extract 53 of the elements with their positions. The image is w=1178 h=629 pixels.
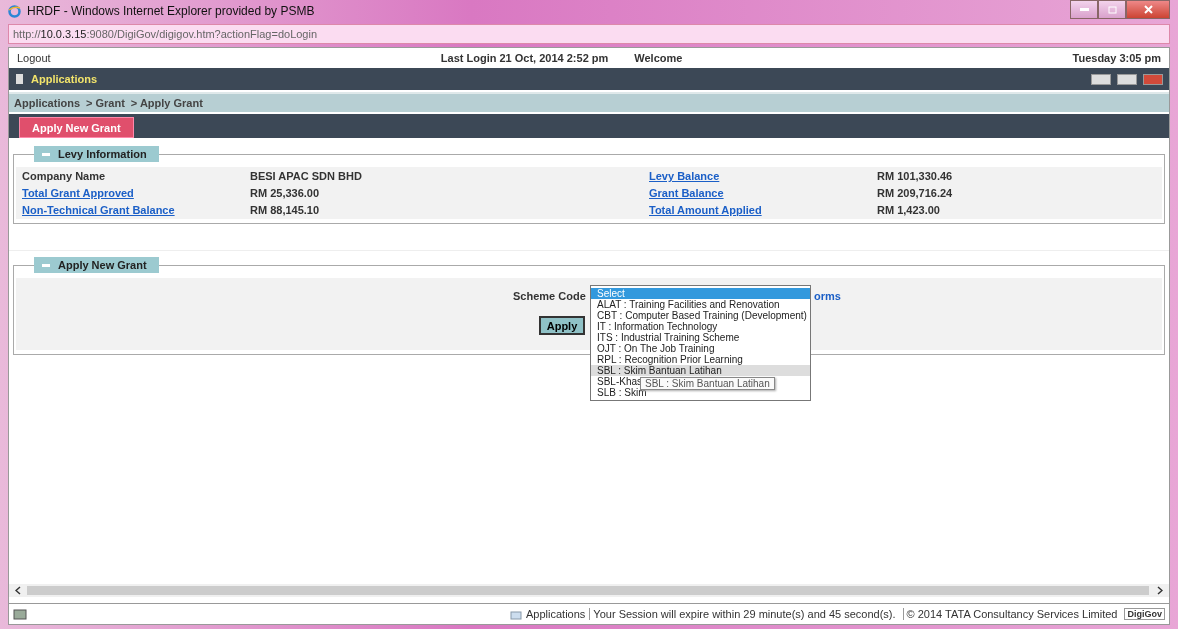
section-title: Levy Information <box>58 148 147 160</box>
window-icon <box>510 608 522 620</box>
field-value: RM 209,716.24 <box>877 187 954 199</box>
close-button[interactable] <box>1126 0 1170 19</box>
section-title: Apply New Grant <box>58 259 147 271</box>
apply-button[interactable]: Apply <box>539 316 585 335</box>
forms-link[interactable]: orms <box>814 290 841 302</box>
maximize-icon <box>1107 5 1117 14</box>
tooltip: SBL : Skim Bantuan Latihan <box>640 377 775 390</box>
breadcrumb-item[interactable]: > Apply Grant <box>130 97 203 109</box>
map-icon <box>13 608 27 620</box>
field-value: BESI APAC SDN BHD <box>250 170 363 182</box>
dropdown-list[interactable] <box>590 285 811 401</box>
logout-link[interactable]: Logout <box>17 52 51 64</box>
field-link[interactable]: Non-Technical Grant Balance <box>22 204 175 216</box>
close-icon <box>1143 5 1153 14</box>
scroll-right-icon[interactable] <box>1157 586 1163 595</box>
section-header[interactable]: Levy Information <box>34 146 159 162</box>
dropdown-option[interactable]: SBL : Skim Bantuan Latihan <box>591 365 810 376</box>
date-time: Tuesday 3:05 pm <box>1072 52 1161 64</box>
close-button[interactable] <box>1143 73 1163 85</box>
address-field[interactable]: http://10.0.3.15:9080/DigiGov/digigov.htm?actionFlag=doLogin <box>8 24 1170 44</box>
field-link[interactable]: Grant Balance <box>649 187 724 199</box>
field-link[interactable]: Levy Balance <box>649 170 720 182</box>
field-value: RM 25,336.00 <box>250 187 321 199</box>
browser-icon <box>8 4 21 18</box>
field-link[interactable]: Total Amount Applied <box>649 204 762 216</box>
field-link[interactable]: Total Grant Approved <box>22 187 134 199</box>
section-header[interactable]: Apply New Grant <box>34 257 159 273</box>
welcome-text: Welcome <box>634 52 683 64</box>
field-label: Scheme Code <box>513 290 586 302</box>
minimize-button[interactable] <box>1091 73 1111 85</box>
maximize-button[interactable] <box>1117 73 1137 85</box>
field-value: RM 1,423.00 <box>877 204 941 216</box>
session-text: Your Session will expire within 29 minute(s) and 45 second(s). <box>589 608 899 620</box>
status-app: Applications <box>526 608 586 620</box>
minimize-button[interactable] <box>1070 0 1098 19</box>
field-value: RM 88,145.10 <box>250 204 321 216</box>
last-login: Last Login 21 Oct, 2014 2:52 pm <box>440 52 609 64</box>
breadcrumb-item[interactable]: Applications <box>14 97 80 109</box>
brand-badge: DigiGov <box>1124 608 1165 620</box>
document-icon <box>15 73 25 85</box>
horizontal-scrollbar[interactable] <box>9 584 1169 597</box>
app-title: Applications <box>31 73 97 85</box>
minimize-icon <box>1079 8 1089 11</box>
copyright-text: © 2014 TATA Consultancy Services Limited <box>902 608 1121 620</box>
maximize-button[interactable] <box>1098 0 1126 19</box>
field-label: Company Name <box>22 170 106 182</box>
breadcrumb-item[interactable]: > Grant <box>86 97 125 109</box>
field-value: RM 101,330.46 <box>877 170 954 182</box>
tab[interactable]: Apply New Grant <box>19 117 134 138</box>
scroll-left-icon[interactable] <box>15 586 21 595</box>
window-title: HRDF - Windows Internet Explorer provided by PSMB <box>27 4 315 18</box>
